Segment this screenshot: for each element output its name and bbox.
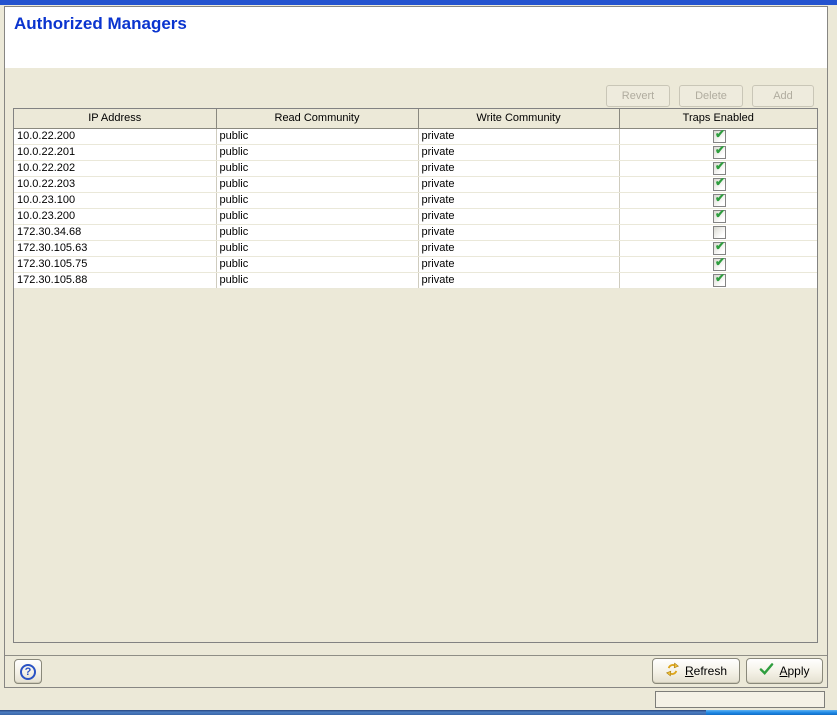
column-header-read-community[interactable]: Read Community [216, 109, 418, 128]
page-title: Authorized Managers [5, 7, 827, 34]
apply-button[interactable]: Apply [746, 658, 823, 684]
table-row[interactable]: 172.30.34.68publicprivate [14, 224, 817, 240]
help-button[interactable]: ? [14, 659, 42, 684]
cell-read-community: public [216, 160, 418, 176]
cell-traps-enabled: ✔ [619, 240, 817, 256]
cell-ip-address: 10.0.22.201 [14, 144, 216, 160]
cell-traps-enabled: ✔ [619, 144, 817, 160]
column-header-ip-address[interactable]: IP Address [14, 109, 216, 128]
table-row[interactable]: 10.0.23.100publicprivate ✔ [14, 192, 817, 208]
delete-button[interactable]: Delete [679, 85, 743, 107]
cell-traps-enabled: ✔ [619, 208, 817, 224]
cell-traps-enabled: ✔ [619, 272, 817, 288]
revert-button[interactable]: Revert [606, 85, 670, 107]
traps-enabled-checkbox[interactable]: ✔ [713, 258, 726, 271]
traps-enabled-checkbox[interactable]: ✔ [713, 194, 726, 207]
check-icon: ✔ [714, 208, 726, 221]
check-icon: ✔ [714, 256, 726, 269]
check-icon: ✔ [714, 272, 726, 285]
cell-read-community: public [216, 224, 418, 240]
cell-ip-address: 10.0.23.200 [14, 208, 216, 224]
apply-check-icon [759, 663, 774, 679]
cell-write-community: private [418, 256, 619, 272]
table-header-row: IP Address Read Community Write Communit… [14, 109, 817, 128]
table-row[interactable]: 10.0.22.201publicprivate ✔ [14, 144, 817, 160]
cell-ip-address: 10.0.22.202 [14, 160, 216, 176]
traps-enabled-checkbox[interactable]: ✔ [713, 130, 726, 143]
traps-enabled-checkbox[interactable]: ✔ [713, 178, 726, 191]
cell-read-community: public [216, 208, 418, 224]
cell-write-community: private [418, 128, 619, 144]
cell-traps-enabled: ✔ [619, 256, 817, 272]
cell-ip-address: 10.0.22.200 [14, 128, 216, 144]
managers-table: IP Address Read Community Write Communit… [14, 109, 818, 289]
managers-table-body: 10.0.22.200publicprivate✔10.0.22.201publ… [14, 128, 817, 288]
cell-read-community: public [216, 240, 418, 256]
traps-enabled-checkbox[interactable]: ✔ [713, 274, 726, 287]
cell-read-community: public [216, 192, 418, 208]
check-icon: ✔ [714, 128, 726, 141]
cell-read-community: public [216, 128, 418, 144]
cell-ip-address: 10.0.23.100 [14, 192, 216, 208]
cell-ip-address: 172.30.105.75 [14, 256, 216, 272]
cell-ip-address: 172.30.34.68 [14, 224, 216, 240]
table-row[interactable]: 10.0.22.203publicprivate ✔ [14, 176, 817, 192]
cell-write-community: private [418, 144, 619, 160]
add-button[interactable]: Add [752, 85, 814, 107]
cell-traps-enabled: ✔ [619, 160, 817, 176]
cell-traps-enabled: ✔ [619, 192, 817, 208]
cell-read-community: public [216, 272, 418, 288]
traps-enabled-checkbox[interactable] [713, 226, 726, 239]
refresh-button[interactable]: Refresh [652, 658, 740, 684]
check-icon: ✔ [714, 160, 726, 173]
window-bottom-border-highlight [706, 710, 837, 715]
table-row[interactable]: 10.0.23.200publicprivate ✔ [14, 208, 817, 224]
cell-read-community: public [216, 176, 418, 192]
cell-traps-enabled [619, 224, 817, 240]
table-row[interactable]: 172.30.105.63publicprivate ✔ [14, 240, 817, 256]
cell-write-community: private [418, 224, 619, 240]
table-row[interactable]: 172.30.105.75publicprivate ✔ [14, 256, 817, 272]
cell-read-community: public [216, 256, 418, 272]
cell-write-community: private [418, 176, 619, 192]
cell-ip-address: 172.30.105.88 [14, 272, 216, 288]
table-row[interactable]: 172.30.105.88publicprivate ✔ [14, 272, 817, 288]
traps-enabled-checkbox[interactable]: ✔ [713, 242, 726, 255]
traps-enabled-checkbox[interactable]: ✔ [713, 146, 726, 159]
cell-ip-address: 172.30.105.63 [14, 240, 216, 256]
window-bottom-border [0, 710, 706, 715]
traps-enabled-checkbox[interactable]: ✔ [713, 162, 726, 175]
help-question-icon: ? [20, 664, 36, 680]
check-icon: ✔ [714, 192, 726, 205]
cell-write-community: private [418, 192, 619, 208]
footer-divider [5, 655, 827, 656]
cell-traps-enabled: ✔ [619, 128, 817, 144]
column-header-write-community[interactable]: Write Community [418, 109, 619, 128]
cell-write-community: private [418, 160, 619, 176]
table-row[interactable]: 10.0.22.202publicprivate ✔ [14, 160, 817, 176]
refresh-button-label: Refresh [685, 664, 727, 678]
table-row[interactable]: 10.0.22.200publicprivate ✔ [14, 128, 817, 144]
title-band: Authorized Managers [5, 7, 827, 68]
cell-read-community: public [216, 144, 418, 160]
cell-write-community: private [418, 240, 619, 256]
apply-button-label: Apply [779, 664, 809, 678]
cell-write-community: private [418, 208, 619, 224]
managers-table-scrollpane: IP Address Read Community Write Communit… [13, 108, 818, 643]
check-icon: ✔ [714, 144, 726, 157]
check-icon: ✔ [714, 240, 726, 253]
authorized-managers-panel: Authorized Managers Revert Delete Add IP… [0, 0, 837, 715]
traps-enabled-checkbox[interactable]: ✔ [713, 210, 726, 223]
cell-ip-address: 10.0.22.203 [14, 176, 216, 192]
check-icon: ✔ [714, 176, 726, 189]
column-header-traps-enabled[interactable]: Traps Enabled [619, 109, 817, 128]
cell-write-community: private [418, 272, 619, 288]
refresh-icon [665, 662, 680, 680]
window-top-border [0, 0, 837, 5]
progress-bar [655, 691, 825, 708]
cell-traps-enabled: ✔ [619, 176, 817, 192]
